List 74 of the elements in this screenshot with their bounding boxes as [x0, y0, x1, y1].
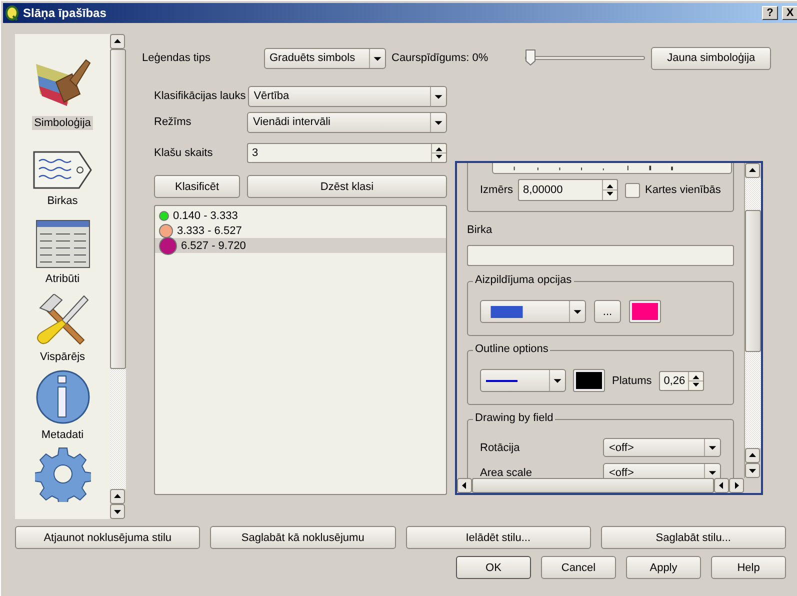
outline-style-dropdown[interactable]	[480, 369, 566, 392]
fill-style-dropdown[interactable]	[480, 300, 586, 323]
line-style-icon	[486, 378, 518, 382]
style-button[interactable]: Ielādēt stilu...	[406, 526, 591, 549]
width-label: Platums	[612, 374, 652, 386]
field-label: Klašu skaits	[154, 147, 214, 159]
field-label: Režīms	[154, 116, 192, 128]
scroll-left-button[interactable]	[714, 478, 729, 493]
mode-dropdown[interactable]: Vienādi intervāli	[247, 112, 447, 132]
spin-arrows-icon[interactable]	[688, 372, 703, 390]
tools-icon	[36, 294, 90, 346]
scroll-right-button[interactable]	[729, 478, 744, 493]
width-spinbox[interactable]: 0,26	[658, 370, 704, 390]
tag-icon	[32, 150, 92, 190]
group-title: Drawing by field	[473, 412, 556, 424]
class-item[interactable]: 3.333 - 6.527	[155, 223, 446, 238]
new-symbology-button[interactable]: Jauna simboloģija	[651, 46, 772, 70]
slider-thumb[interactable]	[525, 49, 536, 66]
style-button[interactable]: Saglabāt kā noklusējumu	[210, 526, 396, 549]
checkbox-label: Kartes vienībās	[645, 184, 721, 196]
scrollbar-thumb[interactable]	[745, 210, 761, 352]
field-label: Area scale	[480, 466, 532, 478]
dialog-button[interactable]: Help	[711, 556, 786, 579]
dialog-button[interactable]: Apply	[626, 556, 701, 579]
size-label: Izmērs	[480, 184, 513, 196]
group-title: Outline options	[473, 343, 550, 355]
group-title: Aizpildījuma opcijas	[473, 274, 574, 286]
window-title: Slāņa īpašības	[23, 6, 108, 20]
class-item[interactable]: 6.527 - 9.720	[155, 238, 446, 253]
gear-icon	[34, 446, 90, 502]
more-button[interactable]: ...	[594, 300, 621, 323]
legend-type-dropdown[interactable]: Graduēts simbols	[264, 48, 386, 68]
spin-arrows-icon[interactable]	[602, 180, 617, 200]
dialog-button[interactable]: Cancel	[541, 556, 616, 579]
scroll-down-button[interactable]	[745, 463, 760, 478]
style-button[interactable]: Atjaunot noklusējuma stilu	[15, 526, 200, 549]
spin-arrows-icon[interactable]	[431, 144, 446, 162]
field-label: Leģendas tips	[142, 52, 210, 64]
transparency-label: Caurspīdīgums: 0%	[392, 52, 488, 64]
sidebar-item[interactable]: Simboloģija	[32, 52, 93, 130]
field-dropdown[interactable]: <off>	[603, 463, 721, 478]
class-count-spinbox[interactable]: 3	[247, 143, 447, 163]
scroll-left-button[interactable]	[457, 478, 472, 493]
field-dropdown[interactable]: <off>	[603, 438, 721, 457]
scrollbar-thumb[interactable]	[472, 478, 714, 493]
app-logo-icon	[5, 5, 19, 21]
dialog-button[interactable]: OK	[456, 556, 531, 579]
classify-button[interactable]: Klasificēt	[154, 175, 240, 198]
scroll-up-button[interactable]	[745, 448, 760, 463]
fill-color-button[interactable]	[629, 300, 661, 323]
help-button[interactable]: ?	[762, 6, 778, 20]
label-field-label: Birka	[467, 224, 494, 236]
info-icon	[36, 370, 90, 424]
style-button[interactable]: Saglabāt stilu...	[600, 526, 786, 549]
sidebar-item[interactable]: Vispārējs	[36, 286, 90, 364]
sidebar-item[interactable]: Birkas	[32, 130, 92, 208]
outline-color-button[interactable]	[573, 369, 605, 392]
scroll-down-button[interactable]	[110, 504, 125, 519]
field-label: Rotācija	[480, 442, 520, 454]
scroll-up-button[interactable]	[745, 163, 760, 178]
table-icon	[36, 220, 90, 268]
scrollbar-thumb[interactable]	[110, 49, 126, 369]
size-spinbox[interactable]: 8,00000	[518, 179, 618, 201]
label-input[interactable]	[467, 245, 734, 266]
sidebar-item[interactable]: Metadati	[36, 364, 90, 442]
checkbox[interactable]	[625, 182, 640, 198]
field-label: Klasifikācijas lauks	[154, 90, 247, 102]
close-button[interactable]: X	[782, 6, 797, 20]
sidebar-item[interactable]: Atribūti	[36, 208, 90, 286]
delete-class-button[interactable]: Dzēst klasi	[247, 175, 447, 198]
classification-field-dropdown[interactable]: Vērtība	[248, 86, 447, 106]
scroll-up-button[interactable]	[110, 34, 125, 49]
scroll-up-button[interactable]	[110, 489, 125, 504]
class-item[interactable]: 0.140 - 3.333	[155, 208, 446, 223]
